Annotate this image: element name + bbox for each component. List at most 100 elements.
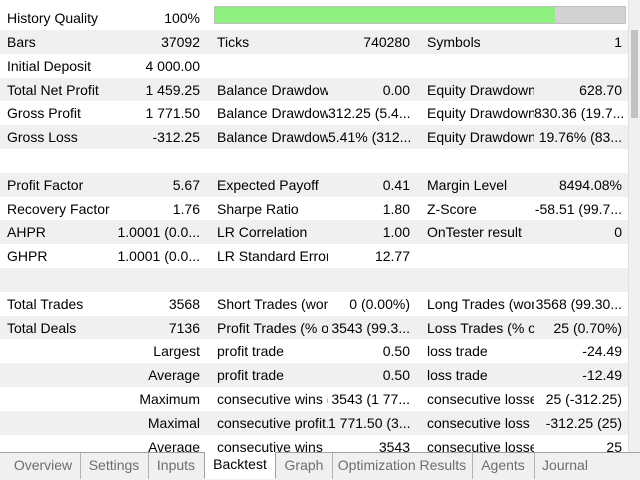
col1-value: 1.76	[172, 200, 200, 217]
col2-label: profit trade	[217, 343, 284, 360]
col1-label: Total Net Profit	[7, 81, 99, 98]
col3-label: Z-Score	[427, 200, 477, 217]
vertical-scrollbar[interactable]	[628, 0, 640, 452]
col3-value: 1	[614, 34, 622, 50]
col3-value: -24.49	[582, 343, 622, 360]
report-row: Largest profit trade 0.50 loss trade -24.49	[0, 339, 628, 364]
col2-value: 0.50	[382, 343, 410, 360]
col2-label	[210, 268, 328, 292]
col2-label: Ticks	[217, 34, 250, 50]
report-row: Total Trades 3568 Short Trades (won... 0 (0…	[0, 291, 628, 316]
report-row: Total Net Profit 1 459.25 Balance Drawdow.…	[0, 77, 628, 102]
tab-inputs[interactable]: Inputs	[148, 453, 205, 479]
col3-label: Symbols	[427, 34, 481, 50]
col1-label: Bars	[7, 34, 36, 50]
col2-value: 1.80	[382, 200, 410, 217]
col3-value	[534, 54, 628, 78]
col3-label: Long Trades (won...	[427, 295, 534, 312]
tab-agents[interactable]: Agents	[472, 453, 535, 479]
col3-label	[420, 149, 534, 173]
report-row: Total Deals 7136 Profit Trades (% o...3543…	[0, 315, 628, 340]
tab-journal[interactable]: Journal	[534, 453, 596, 479]
col2-label: consecutive wins	[217, 438, 323, 452]
col3-label: Loss Trades (% of ...	[427, 319, 534, 336]
col2-value	[328, 54, 416, 78]
col2-value: 312.25 (5.4...	[328, 105, 411, 122]
report-row: Profit Factor 5.67 Expected Payoff 0.41 Marg…	[0, 172, 628, 197]
col1-label	[0, 149, 110, 173]
tab-settings[interactable]: Settings	[80, 453, 149, 479]
report-row: Maximal consecutive profit... 1 771.50 (3.…	[0, 410, 628, 435]
col3-label: consecutive losses...	[427, 391, 534, 407]
report-row: Gross Profit 1 771.50 Balance Drawdow...31…	[0, 101, 628, 126]
col1-label: Gross Loss	[7, 129, 78, 146]
col3-label	[420, 244, 534, 268]
col3-label: consecutive loss (...	[427, 414, 534, 431]
col3-label: Equity Drawdown...	[427, 81, 534, 98]
col1-value: 37092	[161, 34, 200, 50]
col2-value: 0.00	[382, 81, 410, 98]
col2-label: Balance Drawdow...	[217, 129, 328, 146]
tab-optimization-results[interactable]: Optimization Results	[332, 453, 473, 479]
col3-value: 25 (0.70%)	[553, 319, 622, 336]
col2-label	[210, 54, 328, 78]
col1-label: Initial Deposit	[7, 57, 92, 74]
col3-label: Equity Drawdown...	[427, 105, 534, 122]
col1-label: GHPR	[7, 248, 48, 265]
col1-label: Profit Factor	[7, 176, 84, 193]
col1-label: AHPR	[7, 224, 46, 241]
col1-label: Total Trades	[7, 295, 84, 312]
report-row: Recovery Factor 1.76 Sharpe Ratio 1.80 Z-Sco…	[0, 196, 628, 221]
col2-value: 5.41% (312...	[328, 129, 412, 146]
col1-label: Recovery Factor	[7, 200, 110, 217]
col3-value: 0	[614, 224, 622, 241]
col3-label: loss trade	[427, 367, 488, 384]
col2-label: LR Correlation	[217, 224, 308, 241]
col2-value: 0.41	[382, 176, 410, 193]
scrollbar-thumb[interactable]	[631, 30, 638, 118]
col3-label: OnTester result	[427, 224, 522, 241]
col1-value: 1 771.50	[145, 105, 201, 122]
col2-label: LR Standard Error	[217, 248, 328, 265]
col3-value: 25 (-312.25)	[545, 391, 622, 407]
col3-value: 830.36 (19.7...	[534, 105, 625, 122]
report-row: Average profit trade 0.50 loss trade -12.49	[0, 363, 628, 388]
history-quality-label: History Quality	[7, 10, 99, 26]
col3-value	[534, 149, 628, 173]
col1-value: 1.0001 (0.0...	[117, 248, 200, 265]
col3-label: loss trade	[427, 343, 488, 360]
tab-overview[interactable]: Overview	[6, 453, 81, 479]
col3-value: -312.25 (25)	[545, 414, 622, 431]
col1-value: Largest	[153, 343, 200, 360]
col2-value: 3543	[378, 438, 410, 452]
report-row	[0, 149, 628, 173]
col2-label	[210, 149, 328, 173]
report-row: Bars 37092 Ticks 740280 Symbols 1	[0, 30, 628, 54]
history-quality-bar	[214, 6, 626, 24]
col2-label: Profit Trades (% o...	[217, 319, 328, 336]
report-row: AHPR 1.0001 (0.0... LR Correlation 1.00 OnTe…	[0, 220, 628, 245]
col3-value: -58.51 (99.7...	[534, 200, 622, 217]
col3-label: consecutive losses	[427, 438, 534, 452]
col2-label: profit trade	[217, 367, 284, 384]
col2-label: Sharpe Ratio	[217, 200, 299, 217]
col3-value	[534, 244, 628, 268]
tab-graph[interactable]: Graph	[276, 453, 333, 479]
col3-value	[534, 268, 628, 292]
history-quality-bar-fill	[215, 7, 556, 23]
col1-value: 1.0001 (0.0...	[117, 224, 200, 241]
report-row	[0, 268, 628, 292]
col3-label	[420, 54, 534, 78]
col1-value: 3568	[168, 295, 200, 312]
col1-value: Maximal	[147, 414, 200, 431]
col2-value: 12.77	[374, 248, 410, 265]
col1-value	[110, 149, 206, 173]
tab-backtest[interactable]: Backtest	[204, 452, 276, 479]
col2-label: consecutive profit...	[217, 414, 328, 431]
col1-value: Average	[148, 367, 200, 384]
col2-value: 3543 (99.3...	[331, 319, 410, 336]
col1-value: 4 000.00	[145, 57, 201, 74]
col2-label: Balance Drawdow...	[217, 81, 328, 98]
col2-value: 0.50	[382, 367, 410, 384]
col3-value: 25	[606, 438, 622, 452]
